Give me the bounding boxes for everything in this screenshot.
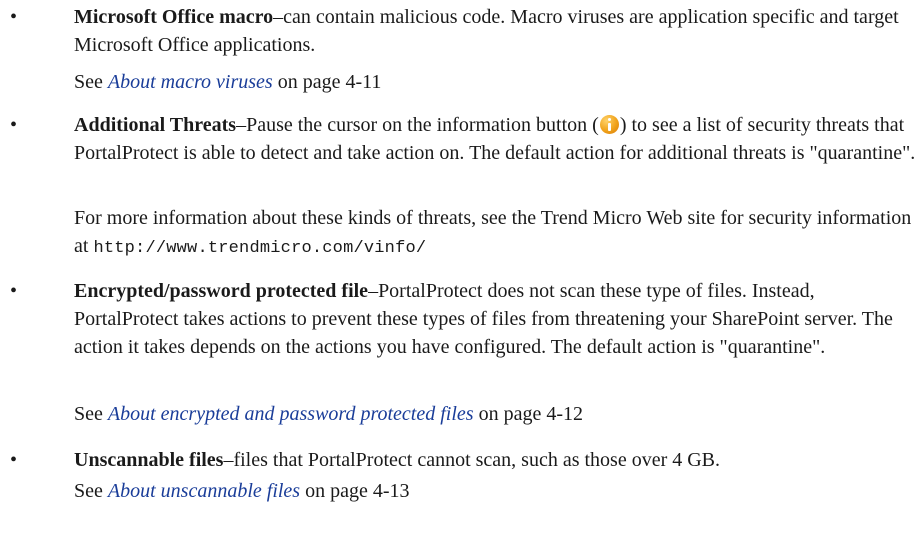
page-reference: on page 4-13 [300,480,410,502]
item-paragraph: Encrypted/password protected file–Portal… [74,277,916,361]
item-term: Encrypted/password protected file [74,280,369,302]
item-paragraph: Additional Threats–Pause the cursor on t… [74,111,916,167]
bullet: • [10,114,18,136]
page-reference: on page 4-11 [272,71,382,93]
document-page: • Microsoft Office macro–can contain mal… [0,0,917,537]
cross-reference-link[interactable]: About unscannable files [108,480,300,502]
see-prefix: See [74,480,108,502]
cross-reference-link[interactable]: About macro viruses [108,71,273,93]
item-term: Unscannable files [74,449,224,471]
cross-reference-link[interactable]: About encrypted and password protected f… [108,403,474,425]
page-reference: on page 4-12 [473,403,583,425]
bullet: • [10,280,18,302]
url-text: http://www.trendmicro.com/vinfo/ [93,239,427,258]
see-also-line: See About macro viruses on page 4-11 [74,68,916,96]
item-paragraph: Unscannable files–files that PortalProte… [74,446,916,474]
info-icon[interactable] [599,115,619,134]
bullet: • [10,449,18,471]
more-info-paragraph: For more information about these kinds o… [74,204,916,263]
see-also-line: See About unscannable files on page 4-13 [74,477,916,505]
bullet: • [10,6,18,28]
item-paragraph: Microsoft Office macro–can contain malic… [74,3,916,59]
see-prefix: See [74,403,108,425]
item-description: –Pause the cursor on the information but… [236,114,599,136]
see-also-line: See About encrypted and password protect… [74,400,916,428]
item-description: –files that PortalProtect cannot scan, s… [223,449,721,471]
item-term: Microsoft Office macro [74,6,274,28]
see-prefix: See [74,71,108,93]
item-term: Additional Threats [74,114,237,136]
